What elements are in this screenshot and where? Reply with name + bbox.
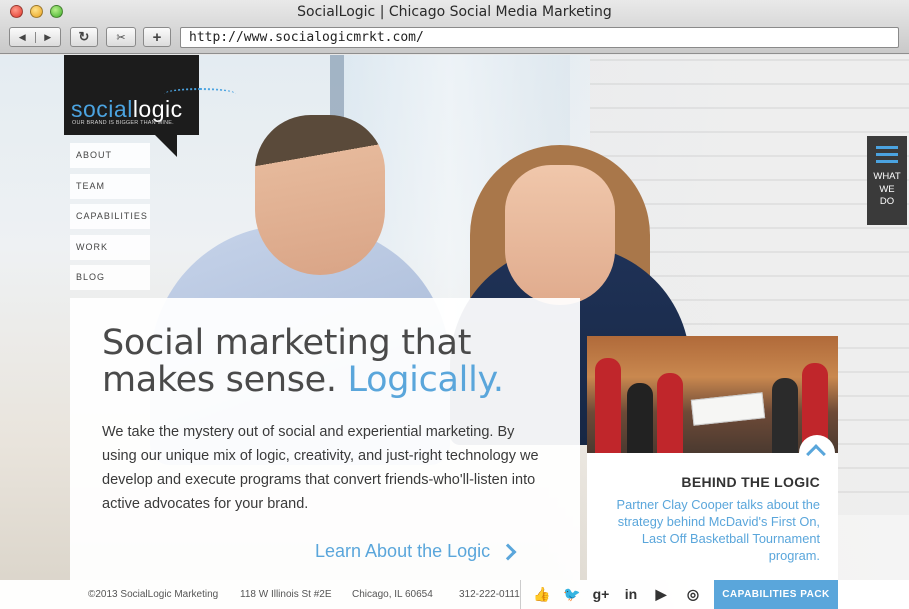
footer-city: Chicago, IL 60654 bbox=[352, 589, 433, 600]
card-title: BEHIND THE LOGIC bbox=[681, 474, 820, 490]
google-plus-icon[interactable]: g+ bbox=[591, 586, 611, 602]
browser-toolbar: SocialLogic | Chicago Social Media Marke… bbox=[0, 0, 909, 54]
hero-panel: Social marketing that makes sense. Logic… bbox=[70, 298, 580, 580]
site-footer: ©2013 SocialLogic Marketing 118 W Illino… bbox=[0, 580, 909, 609]
logo-part-social: social bbox=[71, 96, 133, 122]
headline-line2-text: makes sense. bbox=[102, 360, 337, 400]
instagram-icon[interactable]: ◎ bbox=[683, 586, 703, 603]
what-we-do-line3: DO bbox=[879, 196, 895, 207]
logo-tail bbox=[155, 135, 177, 157]
learn-about-logic-label: Learn About the Logic bbox=[315, 541, 491, 561]
woman-head-photo bbox=[505, 165, 615, 305]
site-logo[interactable]: sociallogic OUR BRAND IS BIGGER THAN MIN… bbox=[64, 55, 236, 135]
basketball-team-photo[interactable] bbox=[587, 336, 838, 453]
nav-item-blog[interactable]: BLOG bbox=[70, 265, 150, 291]
window-title: SocialLogic | Chicago Social Media Marke… bbox=[297, 4, 612, 20]
headline-accent: Logically. bbox=[347, 360, 505, 400]
logo-part-logic: logic bbox=[132, 96, 183, 122]
nav-item-capabilities[interactable]: CAPABILITIES bbox=[70, 204, 150, 230]
twitter-icon[interactable]: 🐦 bbox=[562, 586, 582, 603]
what-we-do-tab[interactable]: WHAT WE DO bbox=[867, 136, 907, 225]
what-we-do-line1: WHAT bbox=[873, 171, 901, 182]
back-button[interactable]: ◀ bbox=[10, 31, 36, 43]
nav-item-team[interactable]: TEAM bbox=[70, 173, 150, 199]
footer-divider bbox=[520, 580, 521, 609]
card-body-link[interactable]: Partner Clay Cooper talks about the stra… bbox=[600, 496, 820, 564]
footer-address: 118 W Illinois St #2E bbox=[240, 589, 332, 600]
learn-about-logic-link[interactable]: Learn About the Logic bbox=[315, 541, 517, 562]
nav-item-about[interactable]: ABOUT bbox=[70, 143, 150, 168]
forward-button[interactable]: ▶ bbox=[36, 32, 61, 43]
what-we-do-label: WHAT WE DO bbox=[867, 171, 907, 209]
footer-copyright: ©2013 SocialLogic Marketing bbox=[88, 589, 219, 600]
reload-button[interactable]: ↻ bbox=[70, 27, 98, 47]
man-head-photo bbox=[255, 115, 385, 275]
linkedin-icon[interactable]: in bbox=[621, 586, 641, 602]
add-bookmark-button[interactable]: + bbox=[143, 27, 171, 47]
youtube-icon[interactable]: ▶ bbox=[651, 586, 671, 603]
hero-headline: Social marketing that makes sense. Logic… bbox=[102, 325, 504, 399]
hero-body: We take the mystery out of social and ex… bbox=[102, 424, 539, 512]
facebook-like-icon[interactable]: 👍 bbox=[532, 586, 552, 603]
main-nav: ABOUT TEAM CAPABILITIES WORK BLOG bbox=[70, 143, 150, 296]
player-figure bbox=[595, 358, 621, 453]
headline-line1: Social marketing that bbox=[102, 323, 472, 363]
nav-item-work[interactable]: WORK bbox=[70, 234, 150, 260]
oversized-check bbox=[690, 392, 766, 426]
logo-tagline: OUR BRAND IS BIGGER THAN MINE. bbox=[72, 120, 174, 126]
logo-wordmark: sociallogic bbox=[71, 96, 183, 123]
back-forward-group: ◀ ▶ bbox=[9, 27, 61, 47]
footer-phone[interactable]: 312-222-0111 bbox=[459, 589, 520, 600]
hamburger-icon bbox=[876, 146, 898, 164]
chevron-right-icon bbox=[499, 543, 517, 560]
web-page: sociallogic OUR BRAND IS BIGGER THAN MIN… bbox=[0, 55, 909, 609]
player-figure bbox=[627, 383, 653, 453]
capabilities-pack-button[interactable]: CAPABILITIES PACK bbox=[714, 580, 838, 609]
player-figure bbox=[657, 373, 683, 453]
what-we-do-line2: WE bbox=[879, 183, 895, 195]
address-bar[interactable]: http://www.socialogicmrkt.com/ bbox=[180, 27, 899, 48]
headline-line2: makes sense. Logically. bbox=[102, 362, 504, 399]
snip-icon[interactable]: ✂ bbox=[106, 27, 136, 47]
behind-the-logic-card[interactable]: BEHIND THE LOGIC Partner Clay Cooper tal… bbox=[587, 435, 838, 580]
player-figure bbox=[772, 378, 798, 453]
